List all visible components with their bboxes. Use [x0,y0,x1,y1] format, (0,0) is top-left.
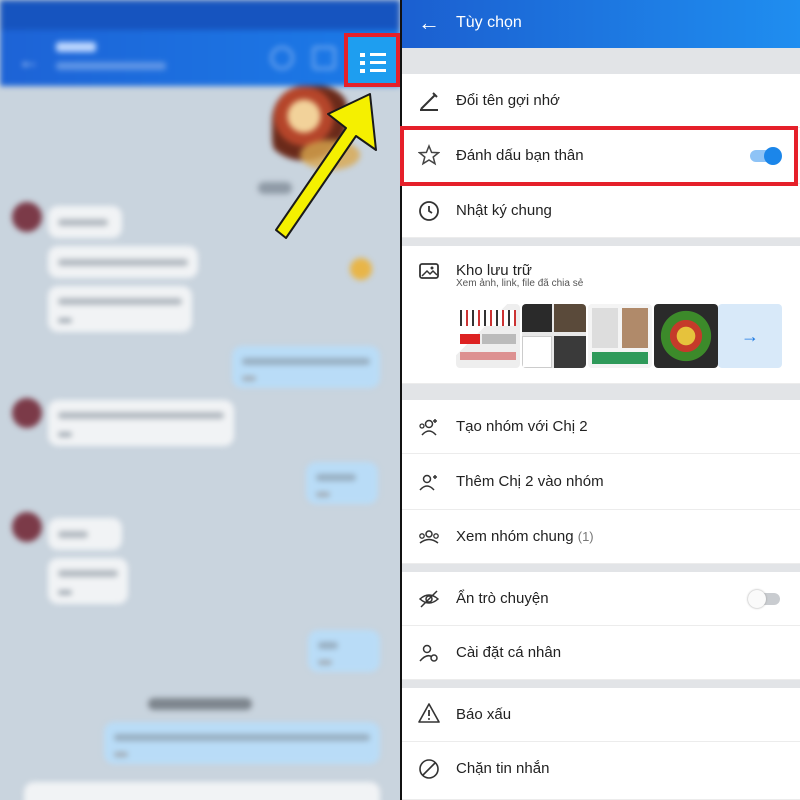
my-message-bubble [308,630,380,672]
options-screen: ← Tùy chọn Đổi tên gợi nhớ Đánh dấu bạn … [400,0,800,800]
shared-photo-thumbnail[interactable] [522,304,586,368]
video-icon[interactable] [312,46,336,70]
chat-header: ← [0,0,400,86]
option-common-groups[interactable]: Xem nhóm chung (1) [402,510,800,564]
option-label: Cài đặt cá nhân [456,644,562,661]
group-icon [419,530,439,544]
option-hide-chat[interactable]: Ẩn trò chuyện [402,572,800,626]
option-label: Chặn tin nhắn [456,760,550,777]
option-create-group[interactable]: Tạo nhóm với Chị 2 [402,400,800,454]
warning-icon [418,703,440,723]
option-block-messages[interactable]: Chặn tin nhắn [402,742,800,800]
message-bubble [48,206,122,238]
pencil-icon [420,92,438,111]
option-label: Xem nhóm chung (1) [456,528,594,545]
option-best-friend[interactable]: Đánh dấu bạn thân [402,128,800,184]
add-group-icon [419,419,437,436]
eye-off-icon [418,590,440,608]
shared-photo-thumbnail[interactable] [654,304,718,368]
message-bubble [48,518,122,550]
star-icon [418,144,440,166]
avatar [12,398,42,428]
option-label: Ẩn trò chuyện [456,590,549,607]
my-message-bubble [104,722,380,764]
list-menu-icon[interactable] [344,33,400,87]
contact-status [56,62,166,70]
section-divider [402,238,800,246]
block-icon [419,759,439,779]
option-add-to-group[interactable]: Thêm Chị 2 vào nhóm [402,454,800,510]
my-message-bubble [306,462,378,504]
my-message-bubble [232,346,380,388]
avatar [12,202,42,232]
option-storage[interactable]: Kho lưu trữ Xem ảnh, link, file đã chia … [402,246,800,384]
group-count: (1) [577,529,594,544]
option-label: Tạo nhóm với Chị 2 [456,418,588,435]
pointer-arrow-icon [275,93,377,239]
status-bar [0,0,400,30]
option-rename[interactable]: Đổi tên gợi nhớ [402,74,800,128]
option-personal-settings[interactable]: Cài đặt cá nhân [402,626,800,680]
section-divider [402,564,800,572]
user-settings-icon [419,644,438,662]
clock-icon [419,201,439,221]
image-icon [419,263,439,279]
shared-photo-thumbnail[interactable] [456,304,520,368]
chat-screen: ← [0,0,400,800]
option-report[interactable]: Báo xấu [402,688,800,742]
option-label: Kho lưu trữ [456,262,532,279]
back-arrow-icon[interactable]: ← [18,48,40,74]
message-bubble [48,558,128,604]
message-bubble [48,286,192,332]
best-friend-toggle[interactable] [750,147,782,165]
phone-icon[interactable] [270,46,294,70]
contact-name [56,42,96,52]
shared-photo-thumbnail[interactable] [588,304,652,368]
emoji-reaction [350,258,372,280]
option-label: Đánh dấu bạn thân [456,147,584,164]
section-divider [402,48,800,74]
storage-subtitle: Xem ảnh, link, file đã chia sẻ [456,278,584,289]
view-more-arrow-icon[interactable]: → [718,304,782,368]
add-user-icon [419,474,437,491]
message-bubble [48,246,198,278]
option-label: Báo xấu [456,706,512,723]
section-divider [402,680,800,688]
page-title: Tùy chọn [456,14,522,31]
message-bubble [48,400,234,446]
hide-chat-toggle[interactable] [748,590,780,608]
option-label: Nhật ký chung [456,202,552,219]
date-divider [148,698,252,710]
options-header: ← Tùy chọn [402,0,800,48]
option-shared-diary[interactable]: Nhật ký chung [402,184,800,238]
message-bubble [24,782,380,800]
back-arrow-icon[interactable]: ← [418,10,440,36]
option-label: Đổi tên gợi nhớ [456,92,560,109]
option-label-text: Xem nhóm chung [456,528,574,545]
section-divider [402,384,800,400]
option-label: Thêm Chị 2 vào nhóm [456,473,604,490]
avatar [12,512,42,542]
